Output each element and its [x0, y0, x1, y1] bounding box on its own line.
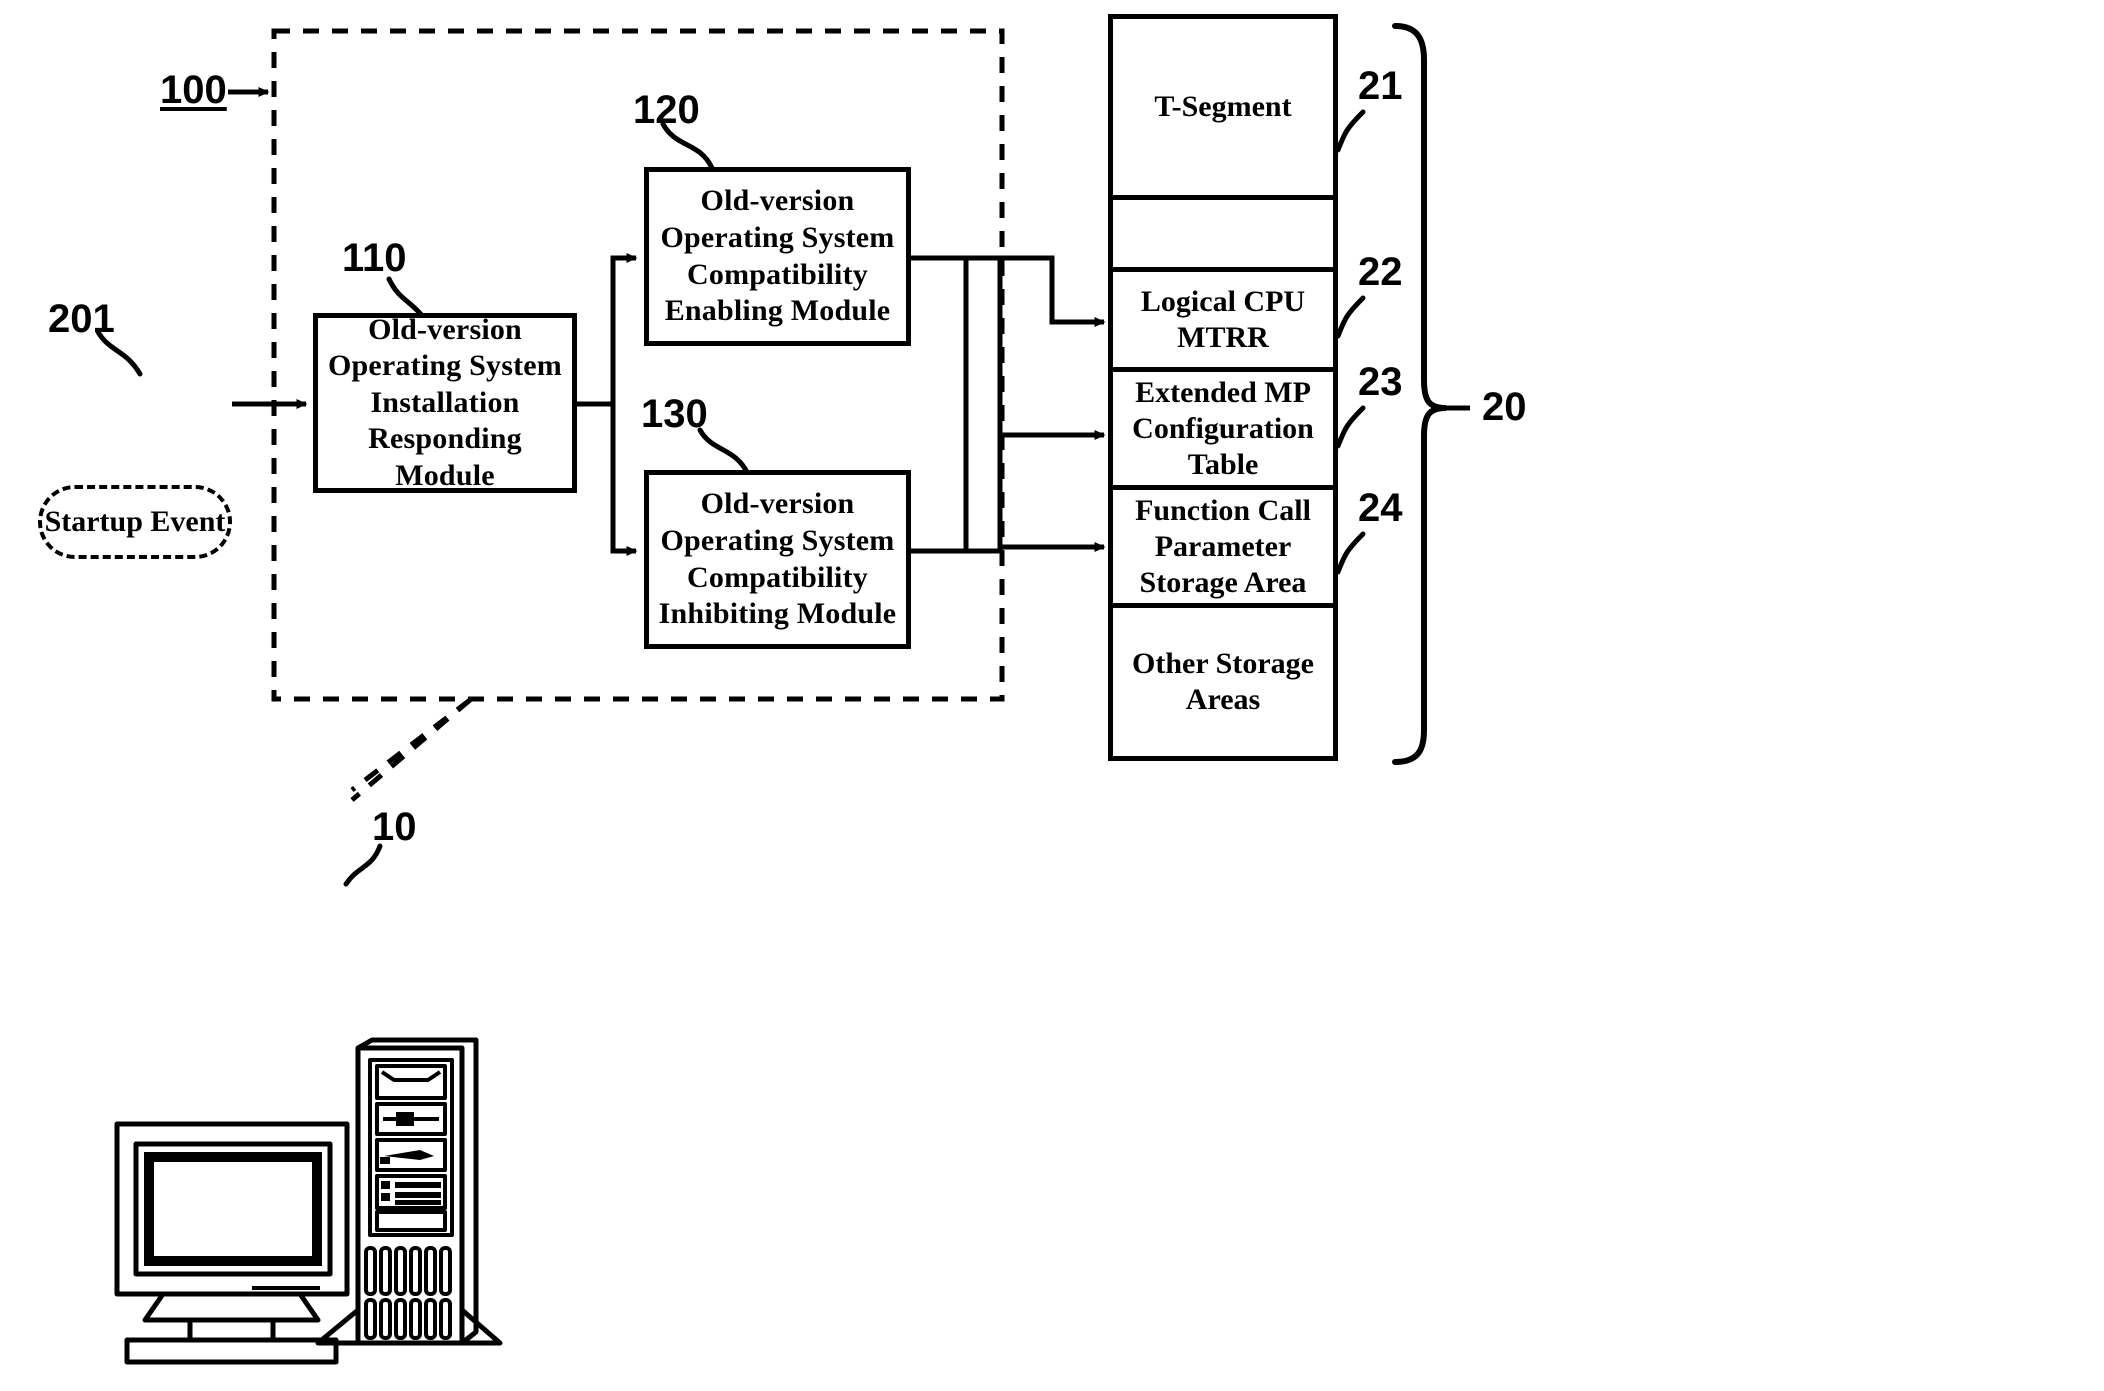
- startup-event-node: Startup Event: [38, 485, 232, 559]
- connector-layer: [95, 23, 1470, 887]
- tower-bay-2: [375, 1102, 447, 1136]
- edge-to-logical-cpu-mtrr: [1000, 255, 1106, 327]
- leader-23: [1335, 405, 1366, 449]
- monitor-screen-outer: [133, 1141, 333, 1277]
- leader-boundary-to-computer-a: [350, 698, 472, 802]
- edge-110-to-130: [610, 404, 638, 556]
- tower-foot-right: [459, 1307, 503, 1346]
- startup-event-label: Startup Event: [44, 505, 226, 538]
- module-110-line-2: Operating System: [327, 349, 562, 383]
- module-130-box: Old-version Operating System Compatibili…: [644, 470, 911, 649]
- tower-bay-3: [375, 1138, 447, 1172]
- figure-canvas: Startup Event Old-version Operating Syst…: [0, 0, 2104, 1391]
- memory-cell-logical-cpu-mtrr-line-2: MTRR: [1177, 320, 1269, 354]
- ref-23: 23: [1358, 360, 1403, 404]
- module-130-line-4: Inhibiting Module: [658, 597, 897, 631]
- monitor-bezel: [114, 1121, 350, 1297]
- memory-cell-logical-cpu-mtrr-line-1: Logical CPU: [1140, 284, 1306, 318]
- ref-130: 130: [641, 392, 708, 436]
- memory-cell-other-storage-line-1: Other Storage: [1132, 647, 1314, 680]
- tower-bay-1-detail: [380, 1070, 442, 1082]
- monitor-screen-inner: [150, 1158, 316, 1260]
- memory-cell-function-call-line-3: Storage Area: [1139, 565, 1307, 599]
- ref-120: 120: [633, 88, 700, 132]
- tower-body: [355, 1045, 465, 1346]
- memory-cell-function-call-line-1: Function Call: [1135, 493, 1311, 527]
- ref-201: 201: [48, 297, 115, 341]
- module-120-box: Old-version Operating System Compatibili…: [644, 167, 911, 346]
- monitor-neck: [187, 1317, 276, 1343]
- module-120-line-2: Operating System: [660, 220, 895, 254]
- ref-110: 110: [342, 236, 407, 280]
- edge-110-to-120: [610, 253, 638, 404]
- tower-bay-5: [375, 1210, 447, 1232]
- leader-21: [1335, 109, 1366, 153]
- tower-bay-4-bar-3: [395, 1200, 441, 1205]
- memory-cell-blank: [1108, 200, 1338, 272]
- ref-100: 100: [160, 68, 227, 112]
- tower-vents: [364, 1246, 452, 1340]
- module-130-line-2: Operating System: [660, 523, 895, 557]
- module-110-line-1: Old-version: [368, 312, 522, 346]
- tower-bay-2-button: [396, 1112, 414, 1126]
- tower-foot-left: [315, 1307, 361, 1346]
- module-120-line-4: Enabling Module: [664, 294, 891, 328]
- tower-bay-4-led-1: [381, 1181, 390, 1189]
- tower-bay-4-bar-1: [395, 1182, 441, 1188]
- computer-illustration: [114, 1037, 503, 1365]
- memory-cell-function-call-param-area: Function Call Parameter Storage Area: [1108, 490, 1338, 608]
- monitor-screen-dark: [144, 1152, 322, 1266]
- leader-24: [1335, 531, 1366, 575]
- module-110-line-3: Installation: [370, 385, 520, 419]
- ref-20: 20: [1482, 385, 1527, 429]
- memory-cell-t-segment: T-Segment: [1108, 14, 1338, 200]
- memory-cell-other-storage-line-2: Areas: [1185, 683, 1261, 716]
- ref-21: 21: [1358, 64, 1403, 108]
- memory-cell-logical-cpu-mtrr: Logical CPU MTRR: [1108, 272, 1338, 372]
- tower-bay-4: [375, 1174, 447, 1210]
- ref-22: 22: [1358, 250, 1403, 294]
- module-120-line-3: Compatibility: [687, 257, 868, 291]
- monitor-neck-top: [142, 1291, 321, 1323]
- memory-cell-extended-mp-line-1: Extended MP: [1135, 375, 1311, 409]
- memory-cell-extended-mp-line-3: Table: [1187, 447, 1259, 481]
- tower-bay-panel: [368, 1058, 454, 1237]
- leader-10: [343, 843, 383, 887]
- module-110-box: Old-version Operating System Installatio…: [313, 313, 577, 493]
- tower-bay-4-led-2: [381, 1193, 390, 1201]
- memory-cell-t-segment-line-1: T-Segment: [1154, 90, 1292, 123]
- monitor-base: [124, 1337, 339, 1365]
- tower-bay-3-detail: [384, 1150, 434, 1160]
- memory-cell-extended-mp-config-table: Extended MP Configuration Table: [1108, 372, 1338, 490]
- module-110-line-4: Responding Module: [368, 422, 522, 492]
- ref-24: 24: [1358, 486, 1403, 530]
- memory-brace: [1392, 23, 1447, 765]
- ref-10: 10: [372, 805, 417, 849]
- module-120-line-1: Old-version: [700, 184, 855, 218]
- tower-side-3d: [356, 1037, 479, 1345]
- leader-boundary-to-computer-b: [350, 698, 472, 792]
- memory-cell-other-storage-areas: Other Storage Areas: [1108, 608, 1338, 761]
- memory-cell-function-call-line-2: Parameter: [1154, 529, 1292, 563]
- tower-bay-3-led: [380, 1157, 390, 1164]
- module-130-line-1: Old-version: [700, 487, 855, 521]
- module-130-line-3: Compatibility: [687, 560, 868, 594]
- memory-cell-extended-mp-line-2: Configuration: [1132, 411, 1314, 445]
- tower-bay-4-bar-2: [395, 1192, 441, 1198]
- leader-22: [1335, 295, 1366, 339]
- tower-bay-1: [375, 1064, 447, 1100]
